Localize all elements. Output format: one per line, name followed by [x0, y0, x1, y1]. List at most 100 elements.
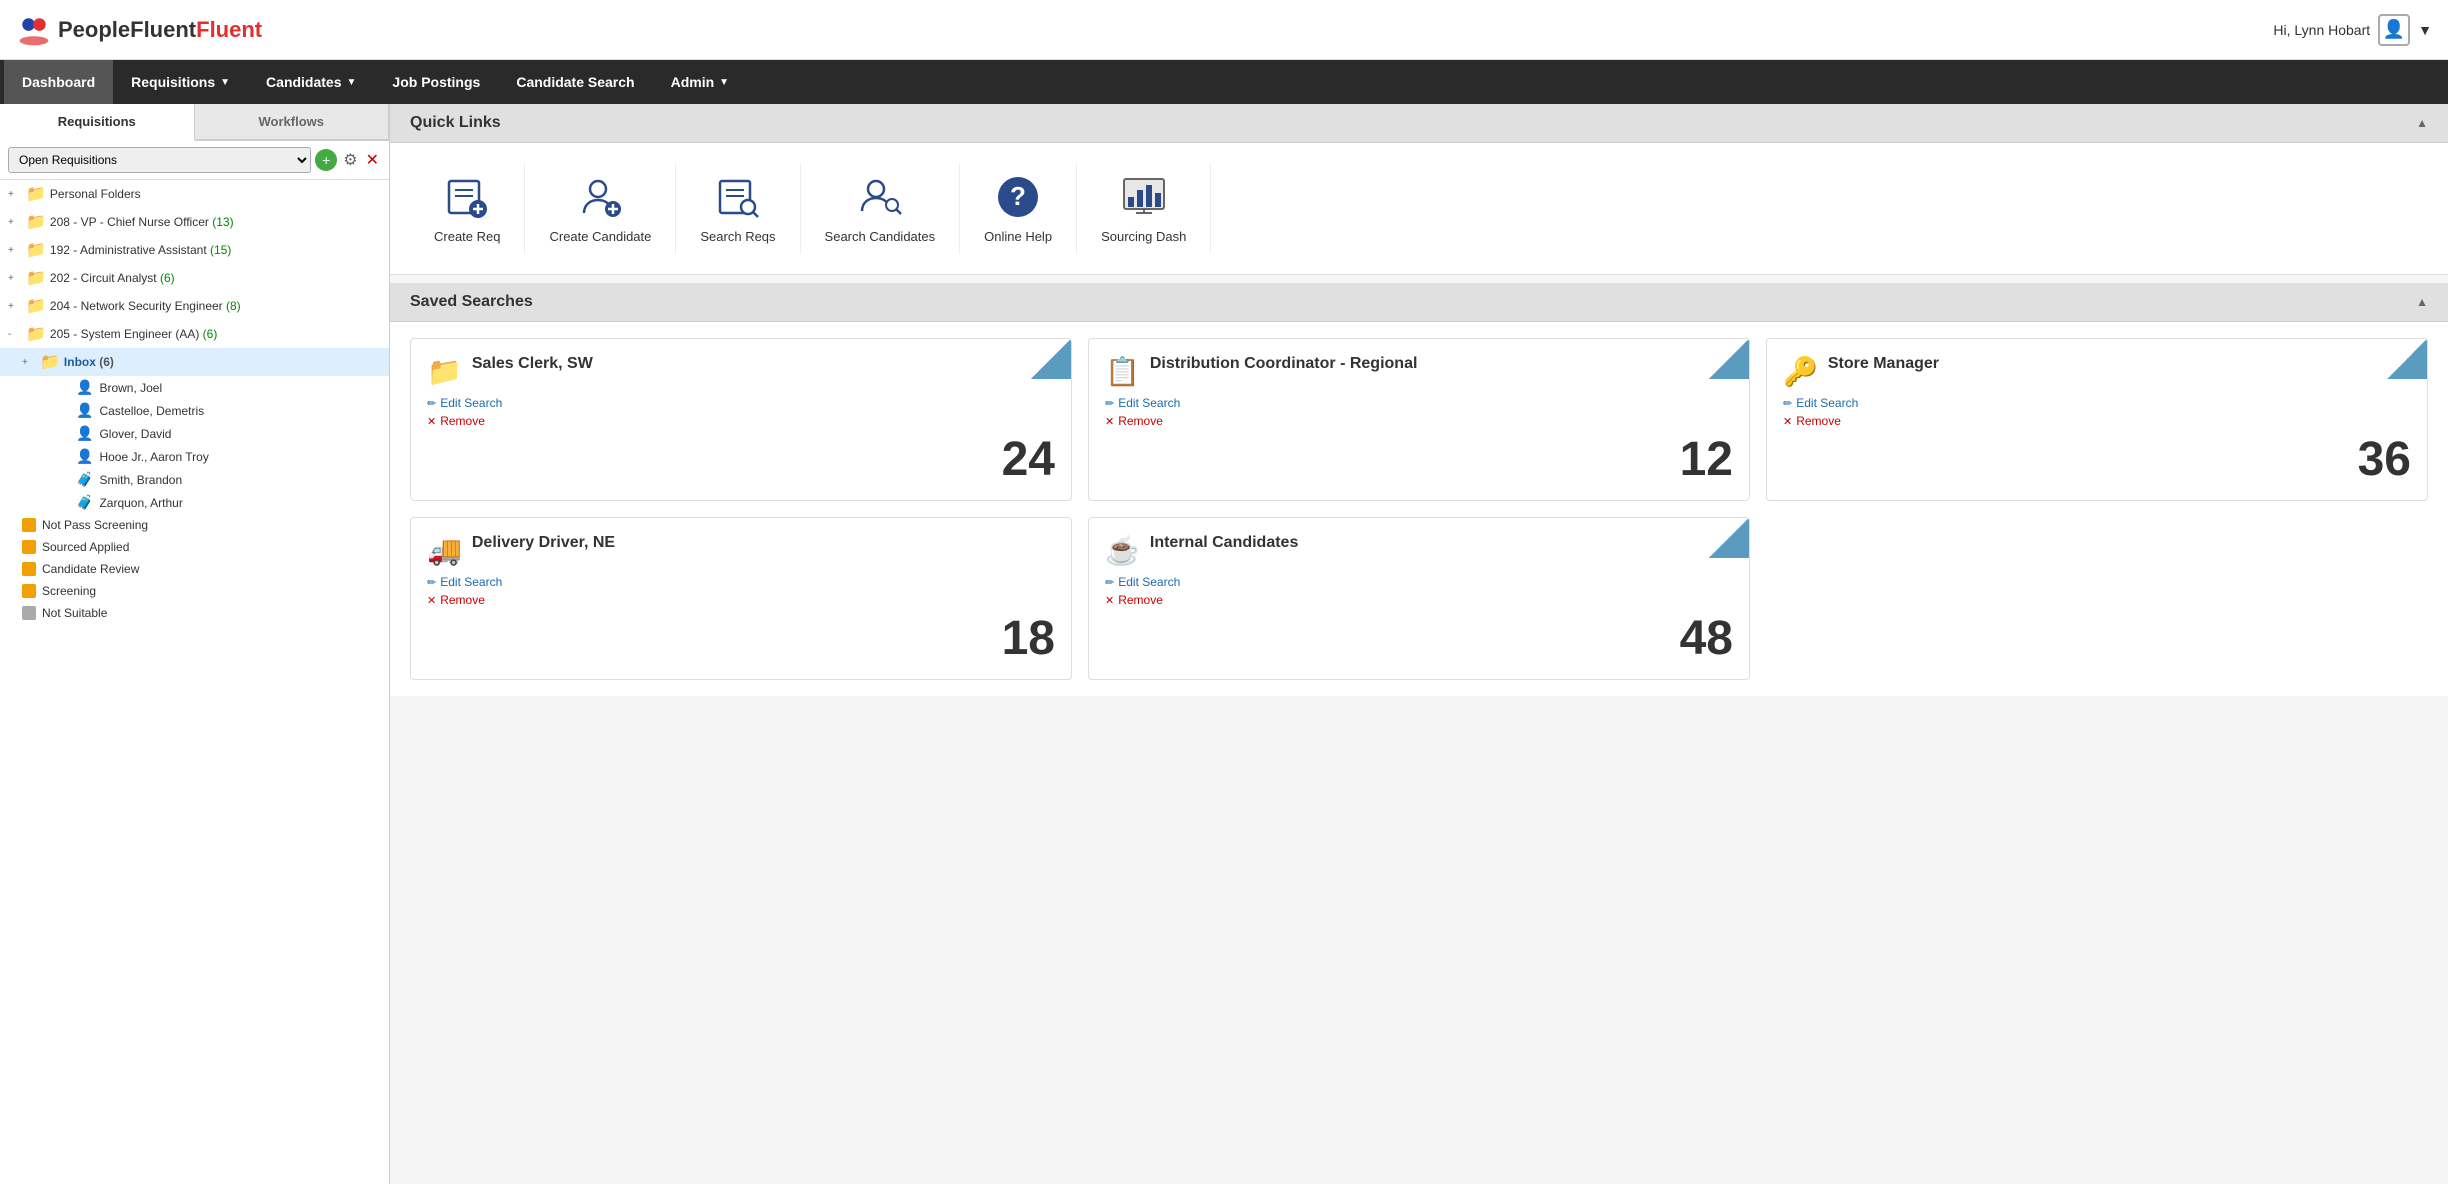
card-title-distribution: Distribution Coordinator - Regional [1150, 355, 1733, 373]
stage-dot-review [22, 562, 36, 576]
card-count-distribution: 12 [1105, 436, 1733, 484]
edit-label-store-manager: Edit Search [1796, 396, 1858, 410]
tree-item-208[interactable]: + 📁 208 - VP - Chief Nurse Officer (13) [0, 208, 389, 236]
quick-link-search-candidates[interactable]: Search Candidates [801, 163, 961, 254]
nav-item-requisitions[interactable]: Requisitions▼ [113, 60, 248, 104]
tree-item-inbox[interactable]: + 📁 Inbox (6) [0, 348, 389, 376]
remove-icon-store-manager: ✕ [1783, 415, 1792, 428]
stage-dot-not-suitable [22, 606, 36, 620]
remove-label-internal: Remove [1118, 593, 1163, 607]
stage-label-review: Candidate Review [42, 562, 139, 576]
edit-search-distribution[interactable]: ✏ Edit Search [1105, 396, 1733, 410]
nav-item-candidate-search[interactable]: Candidate Search [498, 60, 652, 104]
card-icon-distribution: 📋 [1105, 355, 1140, 388]
remove-search-delivery[interactable]: ✕ Remove [427, 593, 1055, 607]
candidate-name: Glover, David [99, 427, 171, 441]
quick-link-search-reqs[interactable]: Search Reqs [676, 163, 800, 254]
nav-item-job-postings[interactable]: Job Postings [374, 60, 498, 104]
candidate-brown-joel[interactable]: 👤 Brown, Joel [0, 376, 389, 399]
folder-icon-202: 📁 [26, 268, 46, 288]
search-card-header-store-manager: 🔑 Store Manager [1783, 355, 2411, 388]
tree-label-205: 205 - System Engineer (AA) (6) [50, 327, 381, 341]
search-card-distribution: 📋 Distribution Coordinator - Regional ✏ … [1088, 338, 1750, 501]
edit-icon-sales-clerk: ✏ [427, 397, 436, 410]
card-corner-internal [1709, 518, 1749, 558]
tree-item-202[interactable]: + 📁 202 - Circuit Analyst (6) [0, 264, 389, 292]
toggle-192[interactable]: + [8, 245, 22, 256]
user-dropdown-arrow[interactable]: ▼ [2418, 22, 2432, 38]
stage-candidate-review[interactable]: Candidate Review [0, 558, 389, 580]
nav-item-dashboard[interactable]: Dashboard [4, 60, 113, 104]
quick-links-title: Quick Links [410, 114, 501, 132]
candidate-icon: 🧳 [76, 471, 93, 488]
tree-item-204[interactable]: + 📁 204 - Network Security Engineer (8) [0, 292, 389, 320]
edit-search-delivery[interactable]: ✏ Edit Search [427, 575, 1055, 589]
tree-item-personal-folders[interactable]: + 📁 Personal Folders [0, 180, 389, 208]
edit-search-sales-clerk[interactable]: ✏ Edit Search [427, 396, 1055, 410]
sidebar-tab-workflows[interactable]: Workflows [195, 104, 390, 139]
remove-search-distribution[interactable]: ✕ Remove [1105, 414, 1733, 428]
edit-icon-store-manager: ✏ [1783, 397, 1792, 410]
card-corner-distribution [1709, 339, 1749, 379]
edit-search-store-manager[interactable]: ✏ Edit Search [1783, 396, 2411, 410]
quick-link-create-req[interactable]: Create Req [410, 163, 525, 254]
candidate-icon: 👤 [76, 448, 93, 465]
toggle-personal[interactable]: + [8, 189, 22, 200]
remove-search-internal[interactable]: ✕ Remove [1105, 593, 1733, 607]
candidate-castelloe[interactable]: 👤 Castelloe, Demetris [0, 399, 389, 422]
stage-label-screening: Screening [42, 584, 96, 598]
stage-not-suitable[interactable]: Not Suitable [0, 602, 389, 624]
toggle-202[interactable]: + [8, 273, 22, 284]
requisitions-dropdown[interactable]: Open Requisitions All Requisitions Close… [8, 147, 311, 173]
folder-icon-personal: 📁 [26, 184, 46, 204]
folder-icon-205: 📁 [26, 324, 46, 344]
stage-not-pass-screening[interactable]: Not Pass Screening [0, 514, 389, 536]
quick-link-sourcing-dash[interactable]: Sourcing Dash [1077, 163, 1211, 254]
create-req-icon [443, 173, 491, 221]
stage-dot-not-pass [22, 518, 36, 532]
settings-button[interactable]: ⚙ [341, 148, 359, 172]
quick-link-create-candidate[interactable]: Create Candidate [525, 163, 676, 254]
card-corner-store-manager [2387, 339, 2427, 379]
edit-search-internal[interactable]: ✏ Edit Search [1105, 575, 1733, 589]
add-requisition-button[interactable]: + [315, 149, 337, 171]
sidebar-tab-requisitions[interactable]: Requisitions [0, 104, 195, 141]
logo-area: PeopleFluentFluent [16, 12, 262, 48]
card-count-delivery: 18 [427, 615, 1055, 663]
candidate-zarquon[interactable]: 🧳 Zarquon, Arthur [0, 491, 389, 514]
remove-icon-delivery: ✕ [427, 594, 436, 607]
candidate-name: Hooe Jr., Aaron Troy [99, 450, 208, 464]
stage-label-not-pass: Not Pass Screening [42, 518, 148, 532]
toggle-204[interactable]: + [8, 301, 22, 312]
toggle-208[interactable]: + [8, 217, 22, 228]
requisitions-arrow: ▼ [220, 77, 230, 88]
candidate-icon: 🧳 [76, 494, 93, 511]
stage-screening[interactable]: Screening [0, 580, 389, 602]
tree-item-192[interactable]: + 📁 192 - Administrative Assistant (15) [0, 236, 389, 264]
folder-icon-204: 📁 [26, 296, 46, 316]
quick-link-sourcing-dash-label: Sourcing Dash [1101, 229, 1186, 244]
candidate-glover[interactable]: 👤 Glover, David [0, 422, 389, 445]
candidate-smith[interactable]: 🧳 Smith, Brandon [0, 468, 389, 491]
close-button[interactable]: ✕ [364, 148, 381, 172]
user-avatar[interactable]: 👤 [2378, 14, 2410, 46]
stage-sourced-applied[interactable]: Sourced Applied [0, 536, 389, 558]
nav-item-candidates[interactable]: Candidates▼ [248, 60, 374, 104]
nav-item-admin[interactable]: Admin▼ [653, 60, 747, 104]
toggle-inbox[interactable]: + [22, 357, 36, 368]
quick-links-collapse[interactable]: ▲ [2416, 116, 2428, 130]
card-actions-store-manager: ✏ Edit Search ✕ Remove [1783, 396, 2411, 428]
card-count-sales-clerk: 24 [427, 436, 1055, 484]
edit-label-delivery: Edit Search [440, 575, 502, 589]
card-actions-sales-clerk: ✏ Edit Search ✕ Remove [427, 396, 1055, 428]
toggle-205[interactable]: - [8, 329, 22, 340]
quick-links-header: Quick Links ▲ [390, 104, 2448, 143]
tree-item-205[interactable]: - 📁 205 - System Engineer (AA) (6) [0, 320, 389, 348]
logo-fluent: Fluent [196, 17, 262, 42]
remove-search-store-manager[interactable]: ✕ Remove [1783, 414, 2411, 428]
search-card-header-sales-clerk: 📁 Sales Clerk, SW [427, 355, 1055, 388]
saved-searches-collapse[interactable]: ▲ [2416, 295, 2428, 309]
candidate-hooe[interactable]: 👤 Hooe Jr., Aaron Troy [0, 445, 389, 468]
quick-link-online-help[interactable]: ? Online Help [960, 163, 1077, 254]
remove-search-sales-clerk[interactable]: ✕ Remove [427, 414, 1055, 428]
